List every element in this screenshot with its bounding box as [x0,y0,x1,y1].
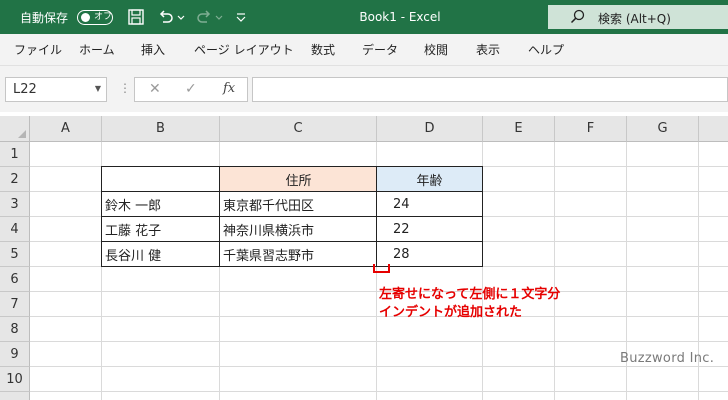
row-header-5[interactable]: 5 [0,242,30,267]
insert-function-icon[interactable]: fx [223,81,235,96]
tab-data[interactable]: データ [362,34,398,66]
formula-bar-grip-icon: ⋮ [119,81,131,95]
cell-address[interactable]: 東京都千代田区 [219,191,377,217]
name-box[interactable]: L22 ▼ [5,77,107,102]
cancel-icon: ✕ [149,81,161,97]
title-bar: 自動保存 オフ Book1 - Excel 検索 (Alt+Q) [0,0,728,34]
indent-bracket-marker [373,264,390,273]
formula-input[interactable] [252,77,728,102]
column-header-b[interactable]: B [102,116,220,142]
watermark: Buzzword Inc. [620,351,715,366]
spreadsheet-grid[interactable]: A B C D E F G 1 2 3 4 5 6 7 8 9 10 住所 年齢… [0,116,728,400]
tab-page-layout[interactable]: ページ レイアウト [194,34,294,66]
row-header-2[interactable]: 2 [0,167,30,192]
redo-icon [197,10,211,23]
tab-review[interactable]: 校閲 [424,34,448,66]
cell-b2[interactable] [101,166,220,192]
tab-formulas[interactable]: 数式 [311,34,335,66]
ribbon-tabs: ファイル ホーム 挿入 ページ レイアウト 数式 データ 校閲 表示 ヘルプ [0,34,728,66]
search-label: 検索 (Alt+Q) [598,12,671,26]
annotation-line-1: 左寄せになって左側に１文字分 [379,287,561,302]
autosave-toggle[interactable]: オフ [77,10,113,25]
row-header-4[interactable]: 4 [0,217,30,242]
gridline [30,391,728,392]
header-address[interactable]: 住所 [219,166,377,192]
column-header-a[interactable]: A [30,116,102,142]
name-box-value: L22 [13,82,37,97]
cell-name[interactable]: 工藤 花子 [101,216,220,242]
column-header-h[interactable] [699,116,728,142]
redo-dropdown-icon [215,15,223,20]
toggle-text: オフ [94,12,113,22]
annotation-note: 左寄せになって左側に１文字分 インデントが追加された [379,286,560,322]
search-icon [570,9,585,24]
column-header-e[interactable]: E [483,116,555,142]
save-icon[interactable] [127,8,145,26]
cell-name[interactable]: 鈴木 一郎 [101,191,220,217]
formula-bar: L22 ▼ ⋮ ✕ ✓ fx [0,66,728,112]
formula-buttons: ✕ ✓ fx [134,77,248,102]
header-age[interactable]: 年齢 [376,166,483,192]
annotation-line-2: インデントが追加された [379,305,523,320]
tab-file[interactable]: ファイル [14,34,62,66]
row-header-3[interactable]: 3 [0,192,30,217]
column-header-c[interactable]: C [220,116,377,142]
tab-view[interactable]: 表示 [476,34,500,66]
row-header-6[interactable]: 6 [0,267,30,292]
cell-age[interactable]: 22 [376,216,483,242]
gridline [30,366,728,367]
autosave-label: 自動保存 [20,10,69,25]
cell-age[interactable]: 24 [376,191,483,217]
column-header-f[interactable]: F [555,116,627,142]
tab-insert[interactable]: 挿入 [141,34,165,66]
row-header-9[interactable]: 9 [0,342,30,367]
row-header-8[interactable]: 8 [0,317,30,342]
cell-address[interactable]: 千葉県習志野市 [219,241,377,267]
tab-home[interactable]: ホーム [79,34,115,66]
window-title: Book1 - Excel [359,10,441,24]
search-box[interactable]: 検索 (Alt+Q) [548,5,728,29]
enter-icon: ✓ [185,81,197,97]
row-header-11[interactable] [0,392,30,400]
select-all-button[interactable] [0,116,30,142]
name-box-dropdown-icon[interactable]: ▼ [95,84,101,93]
cell-address[interactable]: 神奈川県横浜市 [219,216,377,242]
row-header-10[interactable]: 10 [0,367,30,392]
gridline [30,341,728,342]
tab-help[interactable]: ヘルプ [528,34,564,66]
column-header-g[interactable]: G [627,116,699,142]
undo-icon[interactable] [157,8,175,26]
undo-dropdown-icon[interactable] [176,8,186,26]
cell-name[interactable]: 長谷川 健 [101,241,220,267]
gridline [554,142,555,400]
customize-toolbar-icon[interactable] [235,8,247,26]
row-header-1[interactable]: 1 [0,142,30,167]
row-header-7[interactable]: 7 [0,292,30,317]
toggle-knob [81,13,90,22]
column-header-d[interactable]: D [377,116,483,142]
